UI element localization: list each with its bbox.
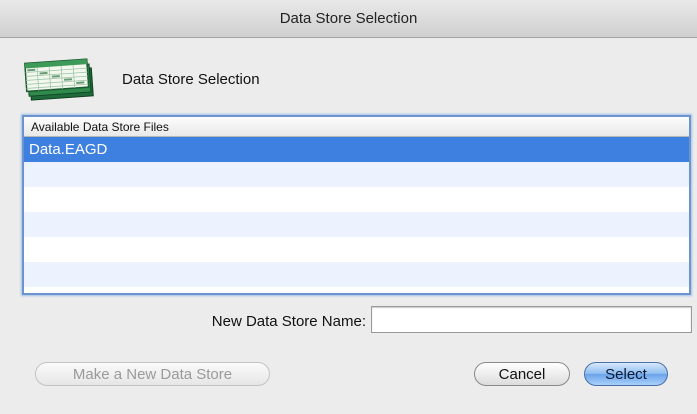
make-new-data-store-button[interactable]: Make a New Data Store [35, 362, 270, 386]
window-titlebar[interactable]: Data Store Selection [0, 0, 697, 38]
dialog-header: Data Store Selection [22, 56, 260, 102]
new-data-store-name-label: New Data Store Name: [211, 313, 366, 330]
spreadsheet-stack-icon [22, 56, 100, 102]
list-item-empty [24, 262, 689, 287]
dialog-heading: Data Store Selection [122, 70, 260, 88]
window-title: Data Store Selection [279, 10, 418, 27]
select-button[interactable]: Select [584, 362, 668, 386]
list-column-header[interactable]: Available Data Store Files [24, 117, 689, 137]
cancel-button[interactable]: Cancel [474, 362, 570, 386]
list-item-empty [24, 237, 689, 262]
list-item-empty [24, 187, 689, 212]
list-item-empty [24, 212, 689, 237]
new-data-store-name-input[interactable] [371, 306, 692, 333]
list-item-empty [24, 162, 689, 187]
list-item-empty [24, 287, 689, 293]
list-item[interactable]: Data.EAGD [24, 137, 689, 162]
data-store-file-list[interactable]: Available Data Store Files Data.EAGD [22, 115, 691, 295]
